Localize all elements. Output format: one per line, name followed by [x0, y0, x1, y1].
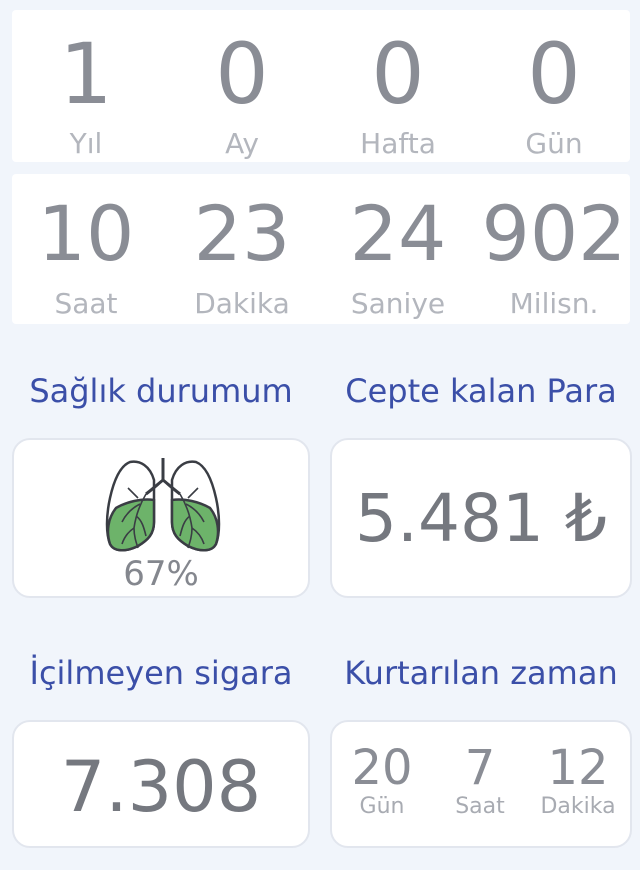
- cigarettes-card[interactable]: 7.308: [12, 720, 310, 848]
- weeks-value: 0: [371, 25, 425, 123]
- seconds-value: 24: [349, 189, 447, 278]
- seconds-counter: 24 Saniye: [320, 196, 476, 318]
- years-label: Yıl: [69, 127, 103, 160]
- hours-value: 10: [37, 189, 135, 278]
- months-value: 0: [215, 25, 269, 123]
- weeks-label: Hafta: [360, 127, 436, 160]
- milliseconds-value: 902: [481, 189, 627, 278]
- saved-days: 20 Gün: [334, 744, 430, 818]
- milliseconds-counter: 902 Milisn.: [476, 196, 632, 318]
- seconds-label: Saniye: [350, 287, 446, 320]
- days-counter: 0 Gün: [476, 32, 632, 158]
- saved-minutes: 12 Dakika: [530, 744, 626, 818]
- health-card[interactable]: 67%: [12, 438, 310, 598]
- months-label: Ay: [225, 127, 259, 160]
- minutes-label: Dakika: [194, 287, 290, 320]
- hours-counter: 10 Saat: [8, 196, 164, 318]
- lungs-icon: [104, 458, 222, 556]
- minutes-counter: 23 Dakika: [164, 196, 320, 318]
- hours-label: Saat: [54, 287, 118, 320]
- health-title: Sağlık durumum: [29, 372, 293, 410]
- saved-hours-label: Saat: [455, 794, 505, 819]
- money-title: Cepte kalan Para: [345, 372, 617, 410]
- months-counter: 0 Ay: [164, 32, 320, 158]
- time-saved-card[interactable]: 20 Gün 7 Saat 12 Dakika: [330, 720, 632, 848]
- milliseconds-label: Milisn.: [509, 287, 599, 320]
- cigarettes-value: 7.308: [60, 746, 262, 828]
- saved-hours-value: 7: [464, 740, 496, 796]
- saved-minutes-value: 12: [547, 740, 609, 796]
- saved-days-value: 20: [351, 740, 413, 796]
- saved-minutes-label: Dakika: [540, 794, 616, 819]
- years-counter: 1 Yıl: [8, 32, 164, 158]
- money-card[interactable]: 5.481 ₺: [330, 438, 632, 598]
- elapsed-time-panel: 10 Saat 23 Dakika 24 Saniye 902 Milisn.: [12, 174, 630, 324]
- elapsed-date-panel: 1 Yıl 0 Ay 0 Hafta 0 Gün: [12, 10, 630, 162]
- minutes-value: 23: [193, 189, 291, 278]
- years-value: 1: [59, 25, 113, 123]
- saved-days-label: Gün: [359, 794, 405, 819]
- health-percent: 67%: [123, 554, 199, 594]
- weeks-counter: 0 Hafta: [320, 32, 476, 158]
- money-value: 5.481 ₺: [355, 480, 607, 557]
- days-label: Gün: [525, 127, 583, 160]
- cigarettes-title: İçilmeyen sigara: [29, 654, 293, 692]
- days-value: 0: [527, 25, 581, 123]
- saved-hours: 7 Saat: [432, 744, 528, 818]
- time-saved-title: Kurtarılan zaman: [344, 654, 618, 692]
